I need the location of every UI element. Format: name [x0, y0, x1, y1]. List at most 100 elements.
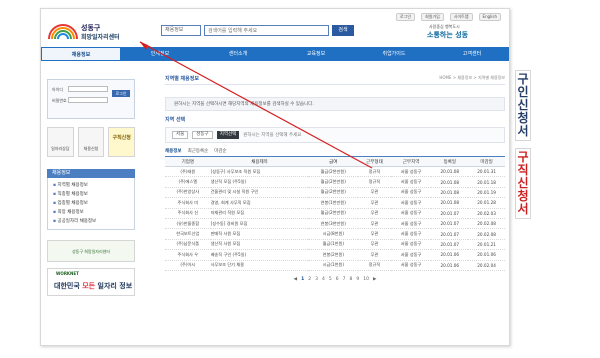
side-menu-item-job-type[interactable]: 직종별 채용정보 [53, 190, 129, 199]
region-filter: 서울 성동구 지역선택 원하시는 지역을 선택해 주세요 [165, 127, 505, 143]
utility-login-link[interactable]: 로그인 [396, 13, 416, 21]
cell-region: 서울 성동구 [390, 197, 432, 209]
page-link[interactable]: 2 [308, 277, 311, 282]
page-link[interactable]: 10 [363, 277, 369, 282]
table-row[interactable]: (주)아시 사무보조 단기 채용 시급(1천원) 정규직 서울 성동구 20.01.06 2… [165, 260, 505, 271]
cell-title[interactable]: 판매직 사원 모집 [210, 228, 309, 240]
table-row[interactable]: (주)태원 [성동구] 사무보조 직원 모집 월급(2천만원) 정규직 서울 성동구 20… [165, 166, 505, 178]
logo-line2: 희망일자리센터 [81, 34, 120, 41]
cell-title[interactable]: 건물관리 및 시설 직원 구인 [210, 187, 309, 199]
cell-title[interactable]: [성수동] 경비원 모집 [210, 218, 309, 230]
cell-type: 정규직 [358, 176, 391, 188]
table-row[interactable]: 주식회사 신 자재관리 직원 모집 월급(2천만원) 무관 서울 성동구 20.01.07… [165, 208, 505, 219]
page-link[interactable]: ◀ [294, 277, 297, 282]
table-row[interactable]: (유)한울종합 [성수동] 경비원 모집 연봉(3천만원) 무관 서울 성동구 20.01… [165, 218, 505, 230]
nav-item-guide[interactable]: 취업가이드 [355, 47, 433, 61]
table-row[interactable]: 주식회사 미 경영, 회계 사무직 모집 연봉(1천만원) 무관 서울 성동구 20.01… [165, 197, 505, 209]
quick-counsel-link[interactable]: 일자리상담 [47, 127, 74, 157]
cell-type: 정규직 [358, 166, 391, 178]
cell-title[interactable]: [성동구] 사무보조 직원 모집 [210, 166, 309, 178]
region-district-select[interactable]: 성동구 [192, 131, 213, 139]
cell-registered: 20.01.08 [431, 176, 469, 188]
utility-english-link[interactable]: English [478, 13, 501, 21]
cell-title[interactable]: 생산직 사원 모집 [210, 239, 309, 251]
cell-salary: 시급(8천원) [308, 228, 359, 240]
cell-type: 무관 [358, 249, 391, 261]
cell-company: 한국보트산업 [165, 228, 211, 240]
page-link[interactable]: 6 [336, 277, 339, 282]
quick-hire-link[interactable]: 채용신청 [77, 127, 105, 157]
nav-item-education[interactable]: 교육정보 [277, 47, 355, 61]
cell-deadline: 20.02.04 [468, 260, 505, 271]
nav-item-about[interactable]: 센터소개 [199, 47, 277, 61]
page-link[interactable]: 8 [349, 277, 352, 282]
section-header: 지역별 채용정보 HOME > 채용정보 > 지역별 채용정보 [165, 75, 505, 85]
utility-sitemap-link[interactable]: 사이트맵 [449, 13, 473, 21]
worknet-banner[interactable]: WORKNET 대한민국 모든 일자리 정보 [47, 268, 135, 296]
cell-title[interactable]: 자재관리 직원 모집 [210, 208, 309, 219]
seongdong-brand: 사람중심 행복도시 소통하는 성동 [423, 24, 501, 42]
login-id-field[interactable] [68, 86, 108, 92]
tab-deadline[interactable]: 마감순 [214, 148, 226, 154]
cell-type: 무관 [358, 239, 391, 251]
login-pw-field[interactable] [68, 97, 108, 103]
table-row[interactable]: 주식회사 우 배송직 구인 (주5일) 연봉(2천원) 무관 서울 성동구 20.01.0… [165, 249, 505, 261]
cell-company: (유)한울종합 [165, 218, 211, 230]
nav-item-support[interactable]: 고객센터 [433, 47, 509, 61]
search-category-select[interactable]: 채용정보 [161, 25, 201, 36]
table-row[interactable]: 한국보트산업 판매직 사원 모집 시급(8천원) 무관 서울 성동구 20.01.07 20… [165, 228, 505, 240]
col-registered: 등록일 [431, 156, 469, 167]
notice-box: 원하시는 지역을 선택하시면 해당지역의 채용정보를 검색하실 수 있습니다. [165, 97, 505, 111]
table-row[interactable]: (주)한양상사 건물관리 및 시설 직원 구인 월급(2천만원) 무관 서울 성동구 20… [165, 187, 505, 199]
cell-deadline: 20.01.21 [468, 239, 505, 251]
side-menu-item-industry[interactable]: 업종별 채용정보 [53, 199, 129, 208]
side-menu-item-hope[interactable]: 희망 채용정보 [53, 208, 129, 217]
region-city-select[interactable]: 서울 [172, 131, 189, 139]
cell-salary: 월급(2천만원) [308, 208, 359, 219]
region-select-button[interactable]: 지역선택 [216, 131, 240, 139]
center-banner[interactable]: 성동구 희망일자리센터 [47, 240, 135, 262]
page-link[interactable]: 7 [343, 277, 346, 282]
page-link[interactable]: 4 [322, 277, 325, 282]
tab-jobs[interactable]: 채용정보 [165, 148, 182, 154]
table-row[interactable]: (주)에스엘 생산직 모집 (주5일) 월급(2천만원) 정규직 서울 성동구 20.01… [165, 176, 505, 188]
cell-title[interactable]: 경영, 회계 사무직 모집 [210, 197, 309, 209]
cell-type: 무관 [358, 228, 391, 240]
utility-join-link[interactable]: 회원가입 [421, 13, 444, 21]
cell-deadline: 20.02.03 [468, 208, 505, 219]
cell-region: 서울 성동구 [390, 218, 432, 230]
tab-recent[interactable]: 최근등록순 [188, 148, 209, 154]
cell-title[interactable]: 생산직 모집 (주5일) [210, 176, 309, 188]
page-link[interactable]: ▶ [373, 277, 376, 282]
search-input[interactable] [204, 25, 329, 36]
login-button[interactable]: 로그인 [112, 90, 130, 97]
cell-title[interactable]: 사무보조 단기 채용 [210, 260, 309, 271]
page-link[interactable]: 5 [329, 277, 332, 282]
table-row[interactable]: (주)남문식품 생산직 사원 모집 월급(1천원) 무관 서울 성동구 20.01.07 2… [165, 239, 505, 251]
cell-salary: 월급(2천만원) [308, 187, 359, 199]
page-link[interactable]: 9 [356, 277, 359, 282]
cell-salary: 월급(2천만원) [308, 166, 359, 178]
sidebar: 아이디 비밀번호 로그인 일자리상담 채용신청 구직신청 채용정보 지역별 채용… [47, 79, 136, 296]
nav-item-talent[interactable]: 인재정보 [121, 47, 199, 61]
worknet-label: WORKNET [56, 271, 79, 276]
side-menu-item-public[interactable]: 공공일자리 채용정보 [53, 217, 129, 226]
search-button[interactable]: 검색 [332, 25, 354, 36]
utility-links: 로그인 회원가입 사이트맵 English [396, 13, 501, 21]
breadcrumb: HOME > 채용정보 > 지역별 채용정보 [439, 75, 505, 80]
nav-item-jobs[interactable]: 채용정보 [41, 47, 121, 61]
cell-type: 무관 [358, 218, 391, 230]
side-menu-item-region[interactable]: 지역별 채용정보 [53, 181, 129, 190]
page-link[interactable]: 3 [315, 277, 318, 282]
pagination: ◀ 1 2 3 4 5 6 7 8 9 10 ▶ [165, 277, 505, 282]
page-link[interactable]: 1 [301, 277, 304, 282]
cell-registered: 20.01.08 [431, 197, 469, 209]
cell-title[interactable]: 배송직 구인 (주5일) [210, 249, 309, 261]
cell-type: 무관 [358, 208, 391, 219]
quick-seek-link[interactable]: 구직신청 [108, 127, 136, 157]
cell-registered: 20.01.07 [431, 218, 469, 230]
site-logo[interactable]: 성동구 희망일자리센터 [47, 19, 127, 47]
rainbow-logo-icon [48, 24, 78, 40]
cell-region: 서울 성동구 [390, 187, 432, 199]
section-title: 지역별 채용정보 [165, 76, 199, 82]
